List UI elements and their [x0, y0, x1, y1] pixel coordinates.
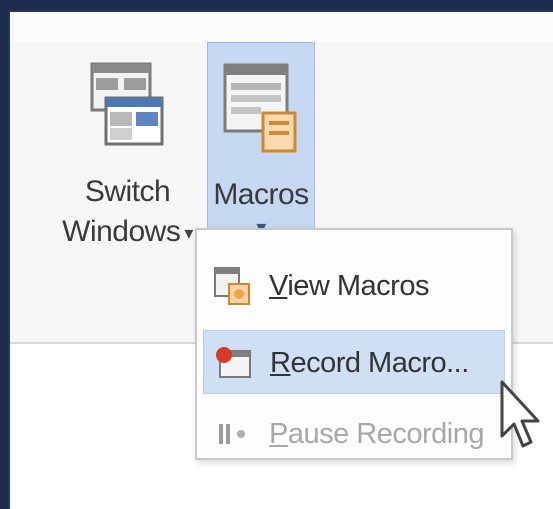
- menu-item-record-macro[interactable]: Record Macro...: [203, 330, 505, 394]
- macros-label-text: Macros: [213, 178, 309, 211]
- accelerator-key: P: [269, 418, 288, 450]
- menu-item-label-rest: iew Macros: [287, 270, 429, 302]
- accelerator-key: V: [269, 270, 288, 302]
- switch-windows-button[interactable]: Switch Windows ▾: [55, 42, 200, 282]
- menu-item-label-rest: ause Recording: [287, 418, 485, 450]
- macros-icon: [223, 63, 299, 160]
- menu-item-label: View Macros: [269, 268, 429, 304]
- chevron-down-icon: ▾: [184, 223, 193, 244]
- menu-item-label: Record Macro...: [270, 345, 469, 381]
- menu-item-label: Pause Recording: [269, 416, 484, 452]
- menu-item-view-macros[interactable]: View Macros: [203, 254, 505, 318]
- mouse-pointer-icon: [498, 380, 544, 452]
- menu-item-label-rest: ecord Macro...: [290, 347, 469, 379]
- macros-dropdown-menu: View Macros Record Macro... Pause Record…: [195, 228, 513, 460]
- switch-windows-label-line2: Windows: [62, 215, 181, 248]
- switch-windows-label: Switch Windows ▾: [55, 172, 200, 253]
- accelerator-key: R: [270, 347, 291, 379]
- ribbon-tab-strip: [10, 12, 553, 43]
- record-macro-icon: [214, 343, 254, 383]
- switch-windows-icon: [90, 62, 166, 153]
- menu-item-pause-recording[interactable]: Pause Recording: [203, 402, 505, 466]
- view-macros-icon: [213, 266, 253, 306]
- pause-recording-icon: [213, 414, 253, 454]
- switch-windows-label-line1: Switch: [84, 175, 171, 208]
